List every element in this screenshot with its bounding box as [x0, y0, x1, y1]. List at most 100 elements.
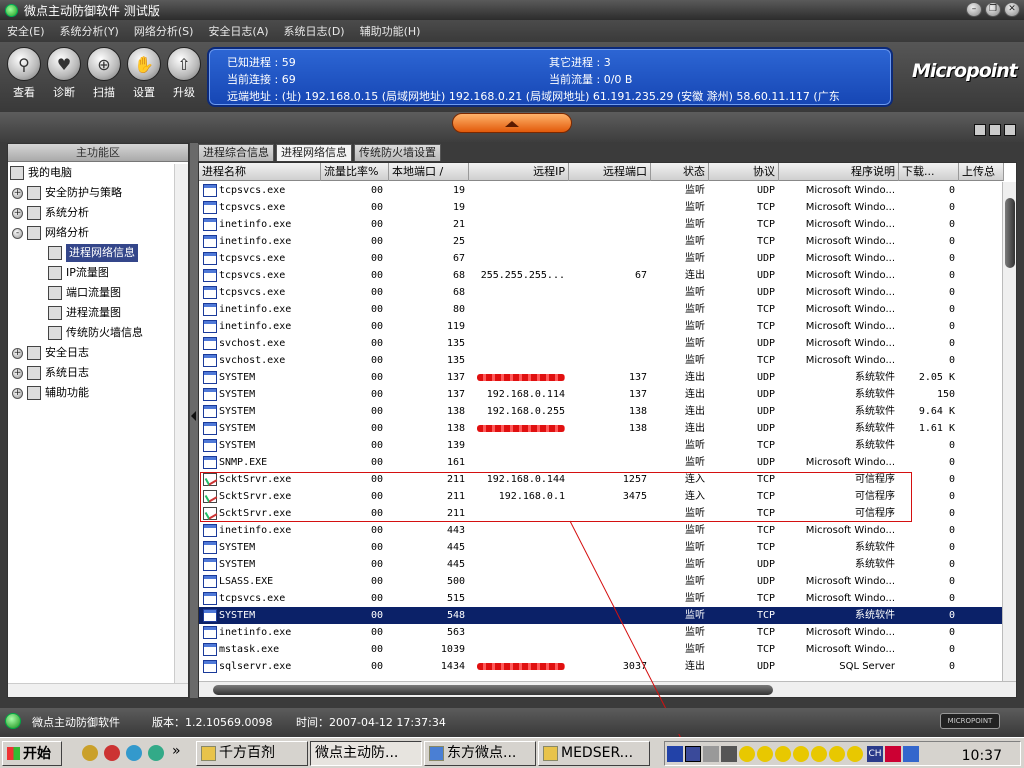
table-row[interactable]: inetinfo.exe 00 443 监听 TCP Microsoft Windo...…: [199, 522, 1004, 539]
view-button[interactable]: ⚲ 查看: [4, 47, 44, 100]
menu-security[interactable]: 安全(E): [0, 23, 53, 39]
table-row[interactable]: SYSTEM 00 139 监听 TCP 系统软件 0: [199, 437, 1004, 454]
grid-hscroll-thumb[interactable]: [213, 685, 773, 695]
col-process-name[interactable]: 进程名称: [199, 163, 321, 181]
tray-qq-icon[interactable]: [811, 746, 827, 762]
table-row[interactable]: tcpsvcs.exe 00 19 监听 TCP Microsoft Windo... 0: [199, 199, 1004, 216]
tree-item[interactable]: 传统防火墙信息: [48, 324, 143, 342]
collapse-toggle-button[interactable]: [452, 113, 572, 133]
expand-icon[interactable]: +: [12, 187, 23, 199]
table-row[interactable]: inetinfo.exe 00 119 监听 TCP Microsoft Windo...…: [199, 318, 1004, 335]
table-row[interactable]: inetinfo.exe 00 25 监听 TCP Microsoft Windo... 0: [199, 233, 1004, 250]
tab-process-network[interactable]: 进程网络信息: [276, 144, 352, 161]
tree-item[interactable]: 进程流量图: [48, 304, 121, 322]
tree-item[interactable]: + 系统日志: [12, 364, 89, 382]
table-row[interactable]: svchost.exe 00 135 监听 UDP Microsoft Windo... 0: [199, 335, 1004, 352]
tray-network-icon[interactable]: [721, 746, 737, 762]
tree-item[interactable]: 进程网络信息: [48, 244, 138, 262]
quicklaunch-ie-icon[interactable]: [104, 745, 120, 761]
quicklaunch-more-icon[interactable]: »: [172, 743, 181, 759]
tray-qq-icon[interactable]: [793, 746, 809, 762]
table-row[interactable]: SYSTEM 00 138 192.168.0.255 138 连出 UDP 系统软件 9.64…: [199, 403, 1004, 420]
tray-help-icon[interactable]: [885, 746, 901, 762]
tray-ime-icon[interactable]: CH: [867, 746, 883, 762]
tab-process-overview[interactable]: 进程综合信息: [198, 144, 274, 161]
panel-close-button[interactable]: [1004, 124, 1016, 136]
table-row[interactable]: inetinfo.exe 00 80 监听 TCP Microsoft Windo... 0: [199, 301, 1004, 318]
col-remote-port[interactable]: 远程端口: [569, 163, 651, 181]
table-row[interactable]: tcpsvcs.exe 00 68 监听 UDP Microsoft Windo... 0: [199, 284, 1004, 301]
panel-splitter[interactable]: [190, 143, 198, 698]
table-row[interactable]: tcpsvcs.exe 00 515 监听 TCP Microsoft Windo... 0: [199, 590, 1004, 607]
tray-qq-icon[interactable]: [757, 746, 773, 762]
left-vertical-scrollbar[interactable]: [174, 164, 188, 684]
table-row[interactable]: ScktSrvr.exe 00 211 192.168.0.1 3475 连入 TCP 可信程…: [199, 488, 1004, 505]
tree-item[interactable]: + 安全日志: [12, 344, 89, 362]
diagnose-button[interactable]: ♥ 诊断: [44, 47, 84, 100]
table-row[interactable]: LSASS.EXE 00 500 监听 UDP Microsoft Windo... 0: [199, 573, 1004, 590]
grid-horizontal-scrollbar[interactable]: [199, 681, 1016, 697]
table-row[interactable]: SYSTEM 00 137 192.168.0.114 137 连出 UDP 系统软件 150: [199, 386, 1004, 403]
task-item-2[interactable]: 微点主动防...: [310, 741, 422, 766]
start-button[interactable]: 开始: [2, 741, 62, 766]
col-protocol[interactable]: 协议: [709, 163, 779, 181]
minimize-button[interactable]: –: [966, 2, 982, 17]
tree-item[interactable]: + 安全防护与策略: [12, 184, 122, 202]
table-row[interactable]: tcpsvcs.exe 00 67 监听 UDP Microsoft Windo... 0: [199, 250, 1004, 267]
close-button[interactable]: ✕: [1004, 2, 1020, 17]
task-item-3[interactable]: 东方微点...: [424, 741, 536, 766]
quicklaunch-messenger-icon[interactable]: [126, 745, 142, 761]
menu-helper[interactable]: 辅助功能(H): [353, 23, 429, 39]
grid-vertical-scrollbar[interactable]: [1002, 182, 1016, 682]
table-row[interactable]: SYSTEM 00 137 137 连出 UDP 系统软件 2.05 K: [199, 369, 1004, 386]
menu-security-log[interactable]: 安全日志(A): [201, 23, 276, 39]
tray-qq-icon[interactable]: [739, 746, 755, 762]
tree-item[interactable]: 我的电脑: [10, 164, 72, 182]
col-description[interactable]: 程序说明: [779, 163, 899, 181]
col-remote-ip[interactable]: 远程IP: [469, 163, 569, 181]
tree-item[interactable]: + 辅助功能: [12, 384, 89, 402]
quicklaunch-media-icon[interactable]: [82, 745, 98, 761]
tray-qq-icon[interactable]: [847, 746, 863, 762]
tray-r-icon[interactable]: [667, 746, 683, 762]
tree-item[interactable]: - 网络分析: [12, 224, 89, 242]
collapse-icon[interactable]: -: [12, 227, 23, 239]
restore-button[interactable]: ❐: [985, 2, 1001, 17]
table-row[interactable]: tcpsvcs.exe 00 68 255.255.255... 67 连出 UDP Micr…: [199, 267, 1004, 284]
col-traffic-ratio[interactable]: 流量比率%: [321, 163, 389, 181]
col-local-port[interactable]: 本地端口 /: [389, 163, 469, 181]
task-item-4[interactable]: MEDSER...: [538, 741, 650, 766]
table-row[interactable]: ScktSrvr.exe 00 211 192.168.0.144 1257 连入 TCP 可…: [199, 471, 1004, 488]
tree-item[interactable]: 端口流量图: [48, 284, 121, 302]
expand-icon[interactable]: +: [12, 387, 23, 399]
table-row[interactable]: SYSTEM 00 445 监听 TCP 系统软件 0: [199, 539, 1004, 556]
table-row[interactable]: SYSTEM 00 445 监听 UDP 系统软件 0: [199, 556, 1004, 573]
table-row[interactable]: svchost.exe 00 135 监听 TCP Microsoft Windo... 0: [199, 352, 1004, 369]
col-status[interactable]: 状态: [651, 163, 709, 181]
panel-restore-button[interactable]: [989, 124, 1001, 136]
expand-icon[interactable]: +: [12, 367, 23, 379]
tray-qq-icon[interactable]: [829, 746, 845, 762]
menu-system-log[interactable]: 系统日志(D): [277, 23, 353, 39]
grid-vscroll-thumb[interactable]: [1005, 198, 1015, 268]
table-row[interactable]: SYSTEM 00 548 监听 TCP 系统软件 0: [199, 607, 1004, 624]
task-item-1[interactable]: 千方百剂: [196, 741, 308, 766]
col-download[interactable]: 下载...: [899, 163, 959, 181]
table-row[interactable]: SNMP.EXE 00 161 监听 UDP Microsoft Windo... 0: [199, 454, 1004, 471]
table-row[interactable]: sqlservr.exe 00 1434 3037 连出 UDP SQL Server 0: [199, 658, 1004, 675]
tree-item[interactable]: IP流量图: [48, 264, 109, 282]
tray-qq-icon[interactable]: [775, 746, 791, 762]
tree-item[interactable]: + 系统分析: [12, 204, 89, 222]
tab-firewall-settings[interactable]: 传统防火墙设置: [354, 144, 441, 161]
table-row[interactable]: ScktSrvr.exe 00 211 监听 TCP 可信程序 0: [199, 505, 1004, 522]
table-row[interactable]: tcpsvcs.exe 00 19 监听 UDP Microsoft Windo... 0: [199, 182, 1004, 199]
left-horizontal-scrollbar[interactable]: [8, 683, 188, 697]
tray-doc-icon[interactable]: [703, 746, 719, 762]
settings-button[interactable]: ✋ 设置: [124, 47, 164, 100]
menu-system-analysis[interactable]: 系统分析(Y): [53, 23, 127, 39]
menu-network-analysis[interactable]: 网络分析(S): [127, 23, 202, 39]
tray-micropoint-icon[interactable]: [685, 746, 701, 762]
table-row[interactable]: inetinfo.exe 00 563 监听 TCP Microsoft Windo...…: [199, 624, 1004, 641]
expand-icon[interactable]: +: [12, 207, 23, 219]
panel-minimize-button[interactable]: [974, 124, 986, 136]
